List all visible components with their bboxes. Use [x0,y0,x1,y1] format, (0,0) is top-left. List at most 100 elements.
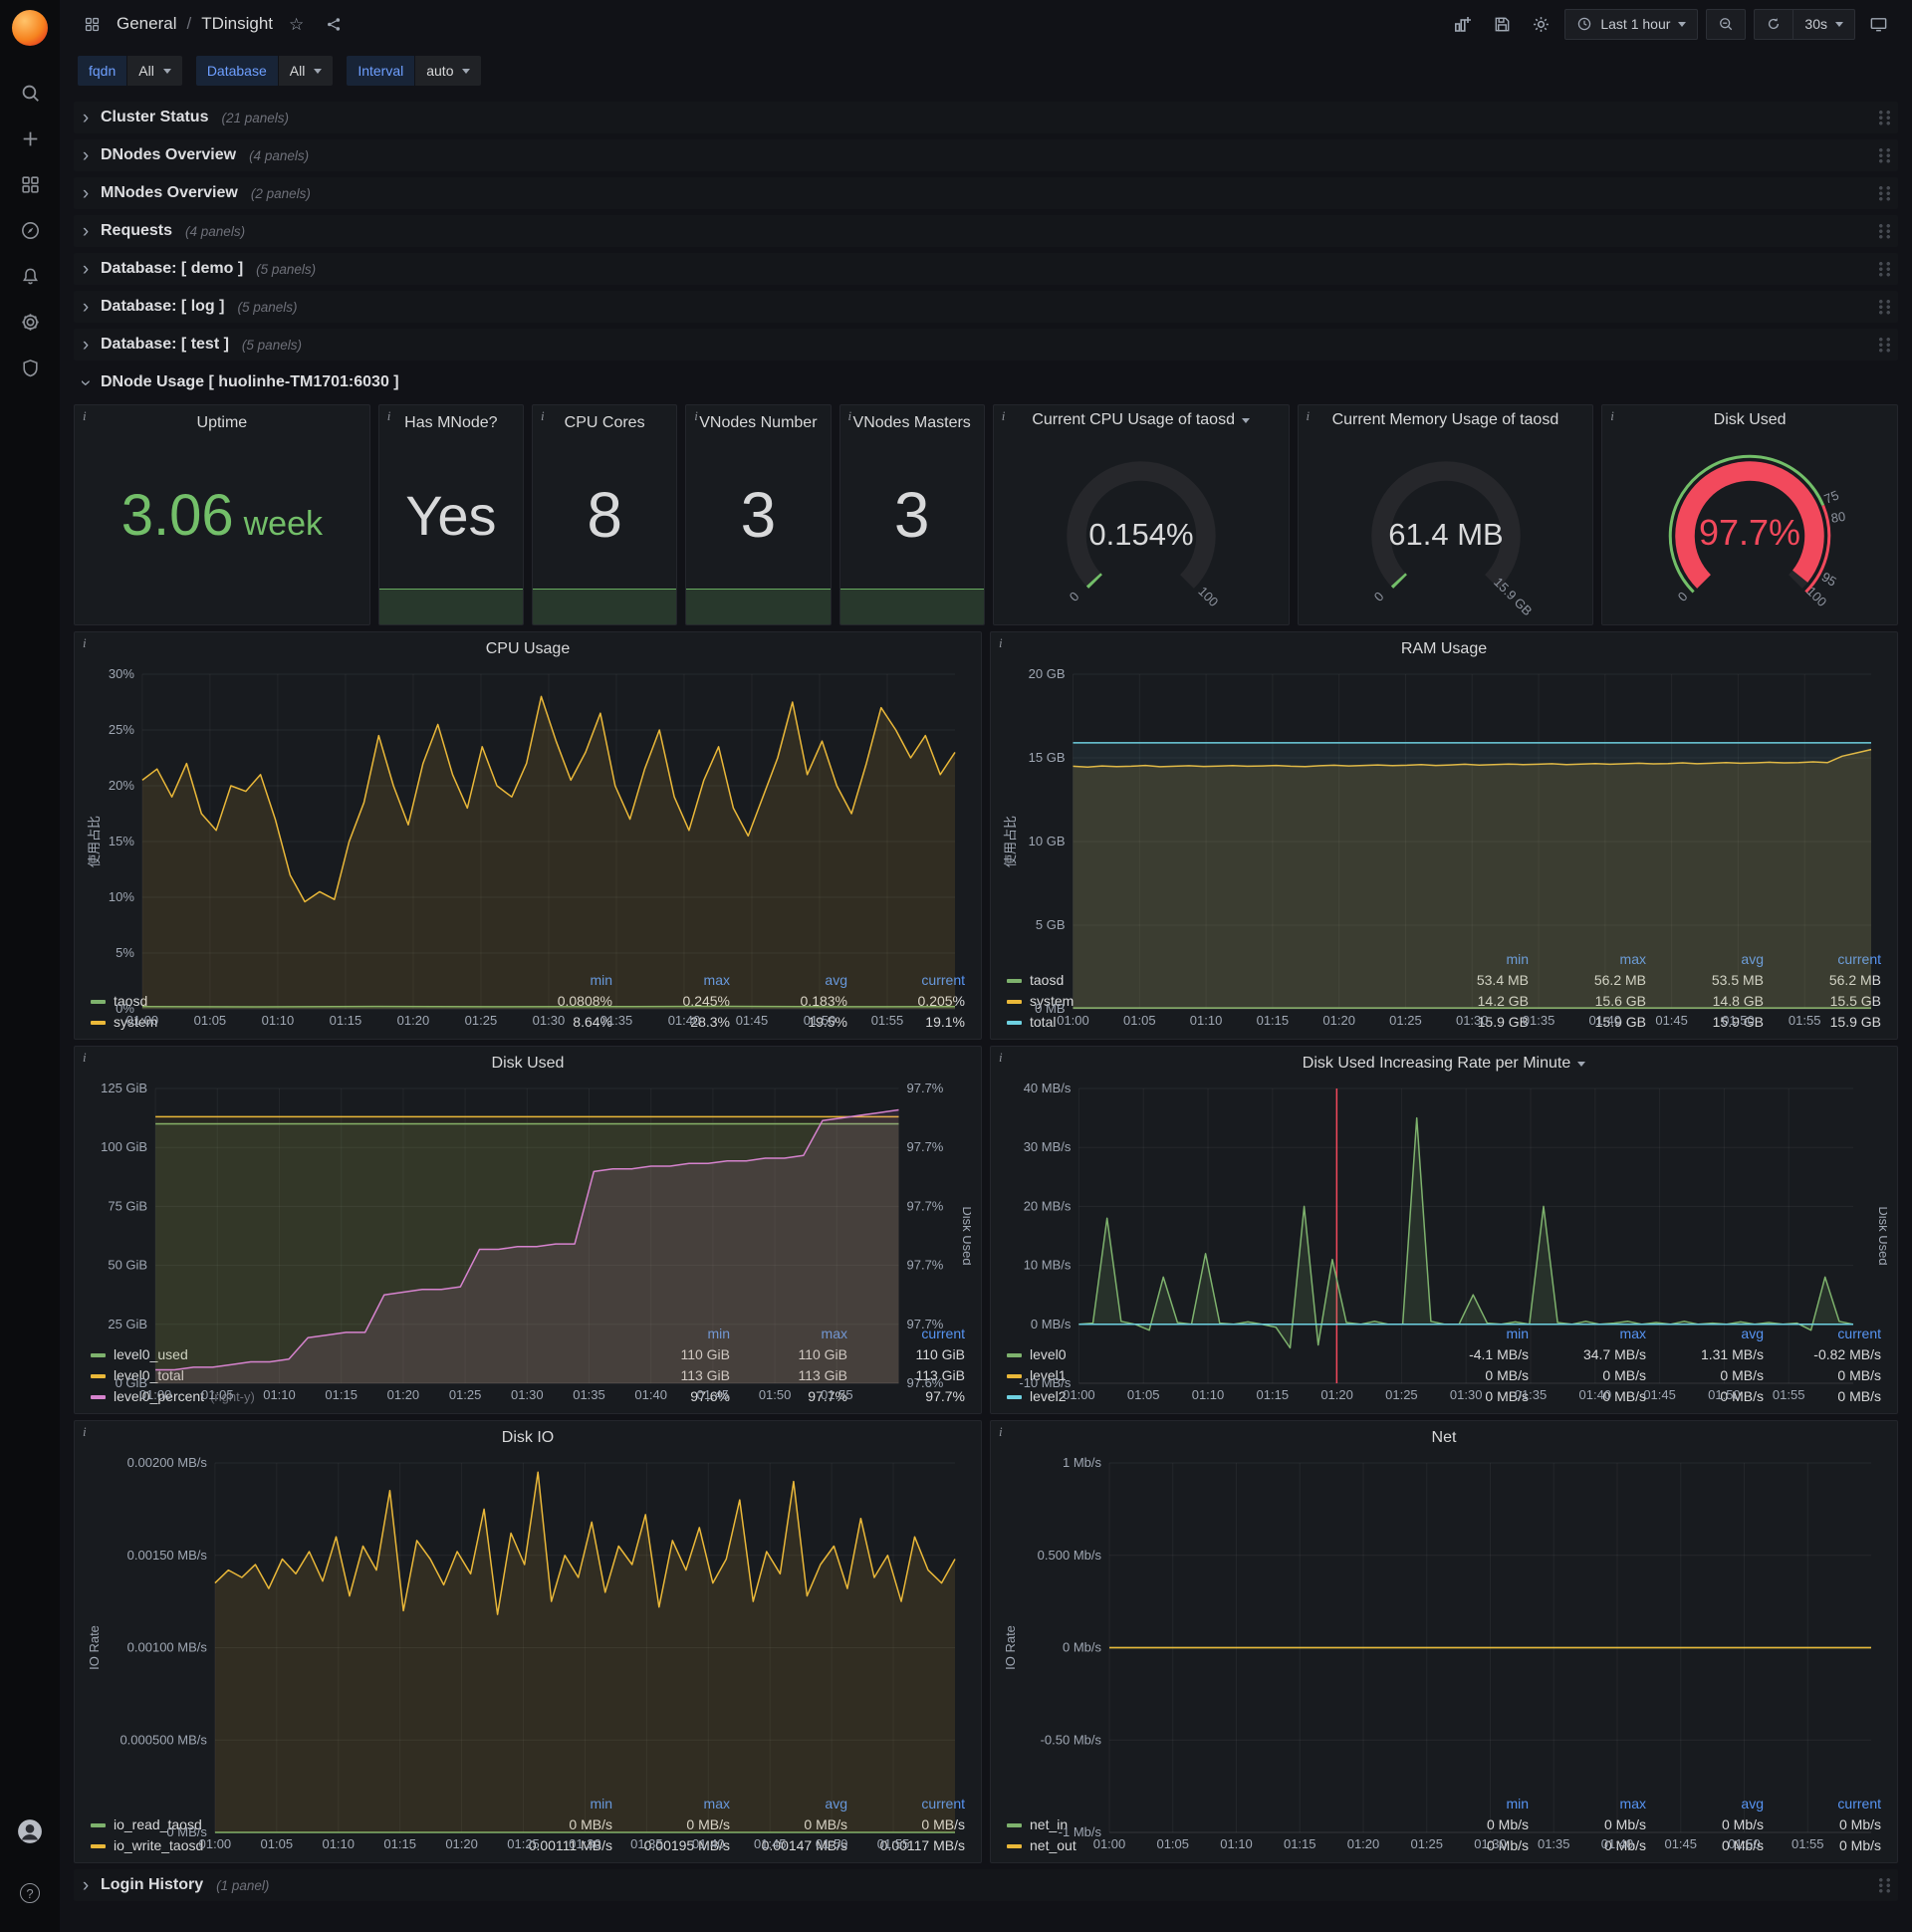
share-icon[interactable] [320,9,349,39]
svg-text:0 Mb/s: 0 Mb/s [1063,1640,1102,1655]
svg-text:10 GB: 10 GB [1029,834,1066,848]
row-database-demo[interactable]: › Database: [ demo ] (5 panels) [74,253,1898,285]
configuration-gear-icon[interactable] [0,299,60,345]
svg-text:01:15: 01:15 [1284,1836,1316,1851]
panel-title[interactable]: Has MNode? [404,414,497,432]
panel-info-icon[interactable]: i [999,635,1003,651]
panel-title[interactable]: Current Memory Usage of taosd [1332,411,1559,429]
help-glyph: ? [20,1883,40,1903]
grafana-logo[interactable] [12,10,48,46]
net-chart[interactable]: 01:00 01:05 01:10 01:15 01:20 01:25 01:30 01:35… [1001,1453,1887,1851]
refresh-interval-picker[interactable]: 30s [1792,8,1855,40]
panel-title[interactable]: Disk Used [492,1055,565,1073]
panel-info-icon[interactable]: i [83,1050,87,1066]
chevron-down-icon [162,68,171,74]
panel-info-icon[interactable]: i [694,408,698,424]
chevron-down-icon: › [75,378,97,386]
drag-handle-icon[interactable] [1877,298,1892,316]
disk-io-chart[interactable]: 01:00 01:05 01:10 01:15 01:20 01:25 01:30 01:35… [85,1453,971,1851]
drag-handle-icon[interactable] [1877,1876,1892,1894]
panel-info-icon[interactable]: i [848,408,852,424]
row-login-history[interactable]: › Login History (1 panel) [74,1869,1898,1901]
panel-net-chart: i Net 01:00 01:05 01:10 01:15 01:20 01:25 01:3… [990,1420,1898,1863]
help-icon[interactable]: ? [0,1870,60,1916]
row-title: Login History [101,1876,204,1893]
panel-info-icon[interactable]: i [999,1050,1003,1066]
drag-handle-icon[interactable] [1877,222,1892,240]
variable-value-dropdown[interactable]: auto [415,56,482,86]
row-mnodes-overview[interactable]: › MNodes Overview (2 panels) [74,177,1898,209]
svg-text:01:30: 01:30 [1474,1836,1507,1851]
drag-handle-icon[interactable] [1877,336,1892,354]
panel-info-icon[interactable]: i [83,408,87,424]
svg-text:40 MB/s: 40 MB/s [1024,1081,1072,1095]
add-panel-icon[interactable] [1447,9,1479,39]
row-database-log[interactable]: › Database: [ log ] (5 panels) [74,291,1898,323]
alerting-bell-icon[interactable] [0,253,60,299]
ram-usage-chart[interactable]: 01:00 01:05 01:10 01:15 01:20 01:25 01:30 01:35… [1001,664,1887,1028]
panel-info-icon[interactable]: i [1307,408,1311,424]
panel-info-icon[interactable]: i [387,408,391,424]
svg-text:30%: 30% [109,666,134,681]
user-avatar[interactable] [0,1809,60,1854]
panel-info-icon[interactable]: i [83,635,87,651]
panel-title[interactable]: Uptime [197,414,248,432]
drag-handle-icon[interactable] [1877,184,1892,202]
panel-title[interactable]: RAM Usage [1401,640,1487,658]
panel-title[interactable]: VNodes Masters [853,414,971,432]
panel-title[interactable]: CPU Usage [486,640,570,658]
stat-unit: week [243,504,323,543]
server-admin-shield-icon[interactable] [0,345,60,390]
panel-title[interactable]: Current CPU Usage of taosd [1032,411,1235,429]
panel-title[interactable]: Disk IO [502,1429,554,1447]
refresh-group: 30s [1754,8,1855,40]
panel-info-icon[interactable]: i [1610,408,1614,424]
panel-info-icon[interactable]: i [83,1424,87,1440]
svg-text:-0.50 Mb/s: -0.50 Mb/s [1041,1732,1102,1747]
favorite-star-icon[interactable]: ☆ [283,9,310,39]
panel-vnodes-masters: i VNodes Masters 3 [838,404,985,625]
dashboard-settings-gear-icon[interactable] [1526,9,1556,39]
panel-title[interactable]: VNodes Number [699,414,817,432]
dashboards-icon[interactable] [0,161,60,207]
row-requests[interactable]: › Requests (4 panels) [74,215,1898,247]
variable-value-dropdown[interactable]: All [278,56,334,86]
svg-text:01:50: 01:50 [1722,1013,1755,1028]
panel-title[interactable]: Disk Used Increasing Rate per Minute [1303,1055,1570,1073]
breadcrumb-section[interactable]: General [117,14,176,34]
drag-handle-icon[interactable] [1877,260,1892,278]
disk-rate-chart[interactable]: 01:00 01:05 01:10 01:15 01:20 01:25 01:30 01:35… [1001,1079,1887,1402]
create-plus-icon[interactable] [0,116,60,161]
drag-handle-icon[interactable] [1877,146,1892,164]
row-dnodes-overview[interactable]: › DNodes Overview (4 panels) [74,139,1898,171]
variable-value-dropdown[interactable]: All [127,56,182,86]
panel-title[interactable]: Disk Used [1714,411,1787,429]
svg-text:61.4 MB: 61.4 MB [1388,517,1503,552]
explore-compass-icon[interactable] [0,207,60,253]
svg-text:01:20: 01:20 [1347,1836,1380,1851]
panel-info-icon[interactable]: i [999,1424,1003,1440]
svg-text:15.9 GB: 15.9 GB [1491,575,1535,618]
disk-used-chart[interactable]: 01:00 01:05 01:10 01:15 01:20 01:25 01:30 01:35… [85,1079,971,1402]
svg-text:97.7%: 97.7% [907,1139,944,1154]
row-database-test[interactable]: › Database: [ test ] (5 panels) [74,329,1898,361]
search-icon[interactable] [0,70,60,116]
panel-current-cpu-usage-gauge: i Current CPU Usage of taosd 0 100 0.154% [992,404,1290,625]
panel-title[interactable]: CPU Cores [565,414,645,432]
panel-info-icon[interactable]: i [1002,408,1006,424]
kiosk-tv-icon[interactable] [1863,9,1894,39]
svg-text:-10 MB/s: -10 MB/s [1019,1375,1072,1390]
row-dnode-usage-expanded[interactable]: › DNode Usage [ huolinhe-TM1701:6030 ] [74,366,1898,398]
time-range-picker[interactable]: Last 1 hour [1564,8,1699,40]
row-cluster-status[interactable]: › Cluster Status (21 panels) [74,102,1898,133]
save-dashboard-icon[interactable] [1487,9,1518,39]
refresh-icon[interactable] [1754,8,1793,40]
cpu-usage-chart[interactable]: 01:00 01:05 01:10 01:15 01:20 01:25 01:30 01:35… [85,664,971,1028]
panel-info-icon[interactable]: i [541,408,545,424]
breadcrumb-dashboard-title[interactable]: TDinsight [201,14,273,34]
panel-title[interactable]: Net [1432,1429,1457,1447]
zoom-out-icon[interactable] [1706,8,1747,40]
svg-text:01:30: 01:30 [569,1836,601,1851]
drag-handle-icon[interactable] [1877,109,1892,126]
svg-text:01:05: 01:05 [201,1387,234,1402]
